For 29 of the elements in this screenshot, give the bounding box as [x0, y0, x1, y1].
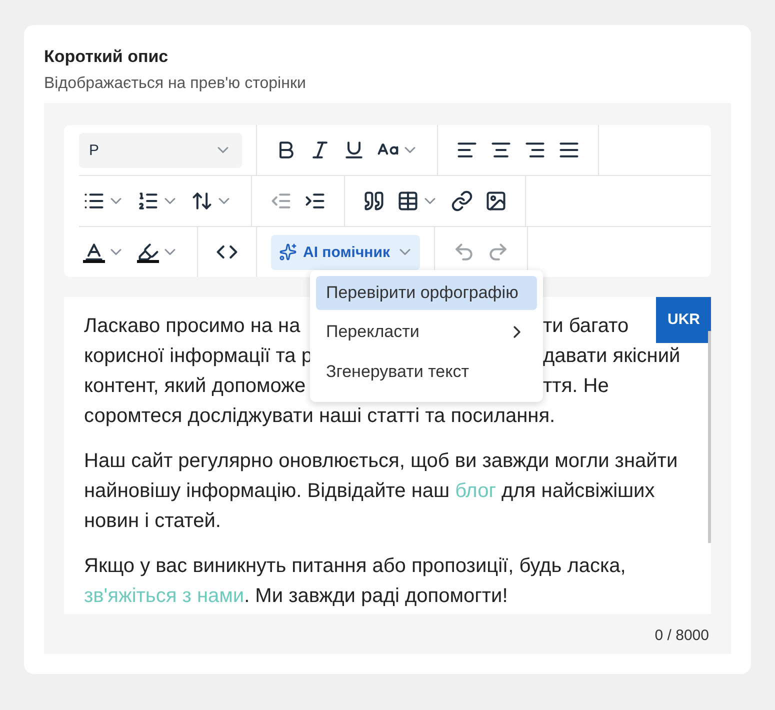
menu-item[interactable]: Згенерувати текст [316, 352, 537, 392]
paragraph-text: соромтеся досліджувати наші статті та посилання. [84, 404, 556, 429]
undo-icon [452, 241, 475, 263]
paragraph-text: ти багато [543, 314, 629, 339]
menu-item[interactable]: Перевірити орфографію [316, 276, 537, 310]
paragraph-text: Наш сайт регулярно оновлюється, щоб ви завжди могли знайти найновішу інформацію. Відвідайте наш блог для найсвіжіших новин і статей. [84, 449, 679, 534]
paragraph-text: ття. Не [543, 374, 609, 399]
numbers-icon [137, 190, 159, 212]
text-color-icon [83, 241, 105, 263]
section-title: Короткий опис [44, 47, 170, 67]
language-badge: UKR [656, 297, 711, 343]
highlighter-icon [137, 241, 159, 263]
link-icon [451, 190, 473, 212]
redo-icon [486, 241, 509, 263]
paragraph-text: Якщо у вас виникнуть питання або пропозиції, будь ласка, зв'яжіться з нами. Ми завжди раді допомогти! [84, 554, 627, 609]
character-counter: 0 / 8000 [654, 627, 709, 644]
section-subtitle: Відображається на прев'ю сторінки [44, 75, 307, 93]
sparkles-icon [279, 243, 297, 261]
image-icon [485, 190, 507, 212]
underline-icon [343, 139, 365, 161]
format-select[interactable]: P [79, 132, 242, 168]
menu-item[interactable]: Перекласти [316, 312, 537, 352]
paragraph-text: давати якісний [543, 344, 680, 369]
ai-assistant-button[interactable]: AI помічник [271, 234, 420, 270]
lineheight-icon [191, 190, 213, 212]
paragraph-text: Ласкаво просимо на на [84, 314, 300, 339]
paragraph-text: контент, який допоможе [84, 374, 306, 399]
quote-icon [363, 190, 385, 212]
table-icon [397, 190, 419, 212]
